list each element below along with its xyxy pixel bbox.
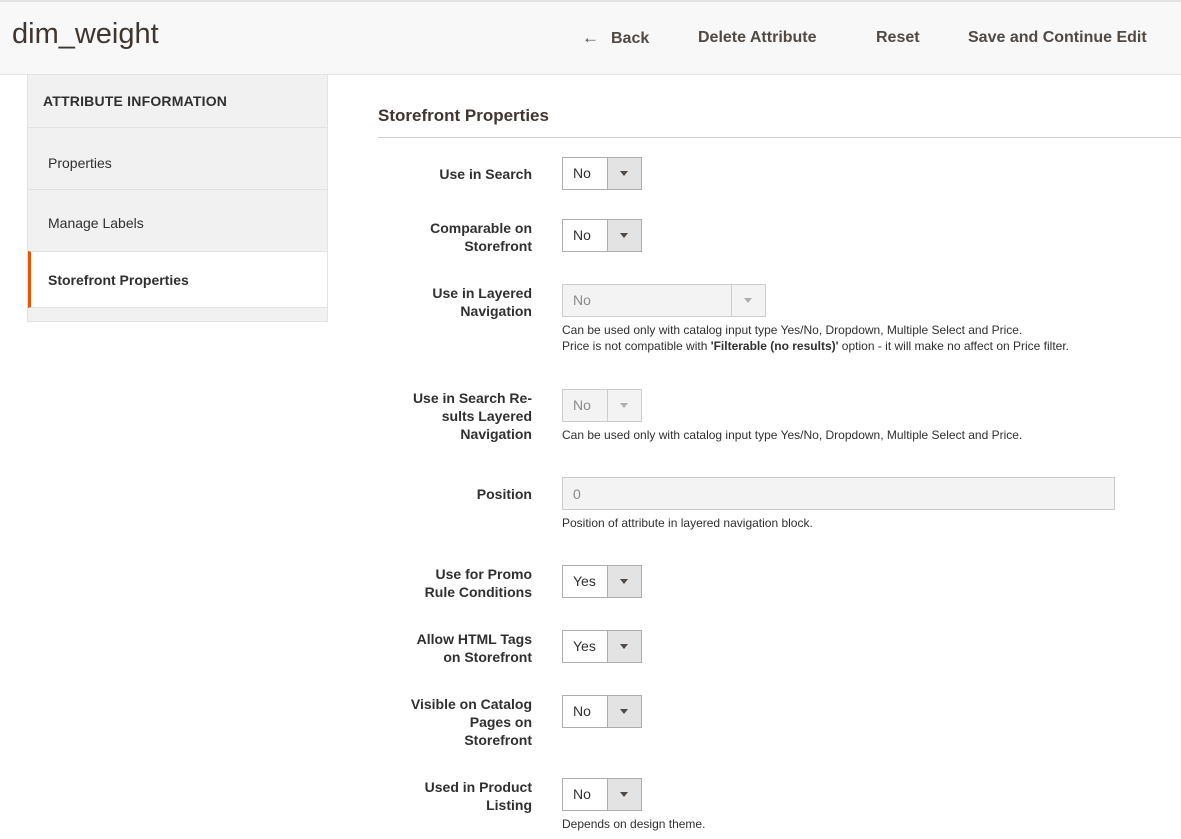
product-listing-note: Depends on design theme. — [562, 817, 706, 831]
comparable-label: Comparable on Storefront — [382, 219, 532, 255]
layered-nav-select: No — [562, 284, 766, 317]
label-line: Used in Product — [424, 779, 532, 795]
section-divider — [378, 137, 1181, 138]
dropdown-button — [607, 631, 641, 662]
label-line: Use in Layered — [432, 285, 532, 301]
label-line: Storefront — [464, 732, 532, 748]
select-value: No — [573, 292, 591, 308]
select-value: Yes — [573, 638, 596, 654]
chevron-down-icon — [620, 233, 628, 238]
html-tags-select[interactable]: Yes — [562, 630, 642, 663]
select-value: Yes — [573, 573, 596, 589]
tab-storefront-properties[interactable]: Storefront Properties — [28, 251, 327, 308]
arrow-left-icon: ← — [582, 28, 599, 47]
back-button[interactable]: ← Back — [582, 27, 649, 50]
visible-catalog-label: Visible on Catalog Pages on Storefront — [382, 695, 532, 749]
note-line: Price is not compatible with — [562, 339, 711, 353]
dropdown-button — [607, 696, 641, 727]
layered-nav-label: Use in Layered Navigation — [382, 284, 532, 320]
section-title: Storefront Properties — [378, 106, 549, 125]
label-line: Pages on — [469, 714, 532, 730]
chevron-down-icon — [620, 644, 628, 649]
label-text: Use in Search — [439, 166, 532, 182]
label-line: sults Layered — [441, 408, 532, 424]
dropdown-button — [607, 220, 641, 251]
dropdown-button — [607, 390, 641, 421]
dropdown-button — [607, 158, 641, 189]
search-results-nav-label: Use in Search Re- sults Layered Navigati… — [382, 389, 532, 443]
dropdown-button — [731, 285, 765, 316]
search-results-nav-note: Can be used only with catalog input type… — [562, 428, 1023, 442]
chevron-down-icon — [620, 579, 628, 584]
position-label: Position — [382, 485, 532, 503]
position-note: Position of attribute in layered navigat… — [562, 516, 813, 530]
label-line: Allow HTML Tags — [416, 631, 532, 647]
label-line: Comparable on — [430, 220, 532, 236]
select-value: No — [573, 227, 591, 243]
attribute-tabs-sidebar: ATTRIBUTE INFORMATION Properties Manage … — [27, 75, 328, 322]
label-line: Storefront — [464, 238, 532, 254]
label-text: Position — [476, 486, 532, 502]
note-line: option - it will make no affect on Price… — [838, 339, 1070, 353]
product-listing-select[interactable]: No — [562, 778, 642, 811]
note-line: Can be used only with catalog input type… — [562, 323, 1023, 337]
layered-nav-note: Can be used only with catalog input type… — [562, 322, 1069, 354]
select-value: No — [573, 703, 591, 719]
tab-manage-labels[interactable]: Manage Labels — [28, 195, 327, 251]
sidebar-heading: ATTRIBUTE INFORMATION — [28, 75, 327, 128]
promo-rules-label: Use for Promo Rule Conditions — [382, 565, 532, 601]
chevron-down-icon — [620, 403, 628, 408]
tab-properties[interactable]: Properties — [28, 137, 327, 190]
select-value: No — [573, 786, 591, 802]
chevron-down-icon — [620, 792, 628, 797]
select-value: No — [573, 165, 591, 181]
position-input — [562, 477, 1115, 510]
use-in-search-label: Use in Search — [382, 165, 532, 183]
page-actions: ← Back Delete Attribute Reset Save and Co… — [0, 27, 1181, 53]
label-line: Use in Search Re- — [412, 390, 532, 406]
label-line: Visible on Catalog — [410, 696, 532, 712]
visible-catalog-select[interactable]: No — [562, 695, 642, 728]
label-line: Listing — [486, 797, 532, 813]
label-line: Navigation — [460, 303, 532, 319]
search-results-nav-select: No — [562, 389, 642, 422]
comparable-select[interactable]: No — [562, 219, 642, 252]
reset-button[interactable]: Reset — [876, 27, 920, 49]
label-line: Rule Conditions — [424, 584, 532, 600]
chevron-down-icon — [620, 709, 628, 714]
note-bold: 'Filterable (no results)' — [710, 339, 839, 353]
delete-attribute-button[interactable]: Delete Attribute — [698, 27, 817, 49]
page-header: dim_weight ← Back Delete Attribute Reset … — [0, 0, 1181, 75]
chevron-down-icon — [744, 298, 752, 303]
html-tags-label: Allow HTML Tags on Storefront — [382, 630, 532, 666]
save-and-continue-button[interactable]: Save and Continue Edit — [968, 27, 1147, 49]
chevron-down-icon — [620, 171, 628, 176]
dropdown-button — [607, 779, 641, 810]
use-in-search-select[interactable]: No — [562, 157, 642, 190]
label-line: on Storefront — [443, 649, 532, 665]
back-label: Back — [611, 30, 650, 47]
select-value: No — [573, 397, 591, 413]
promo-rules-select[interactable]: Yes — [562, 565, 642, 598]
dropdown-button — [607, 566, 641, 597]
label-line: Use for Promo — [435, 566, 532, 582]
label-line: Navigation — [460, 426, 532, 442]
product-listing-label: Used in Product Listing — [382, 778, 532, 814]
